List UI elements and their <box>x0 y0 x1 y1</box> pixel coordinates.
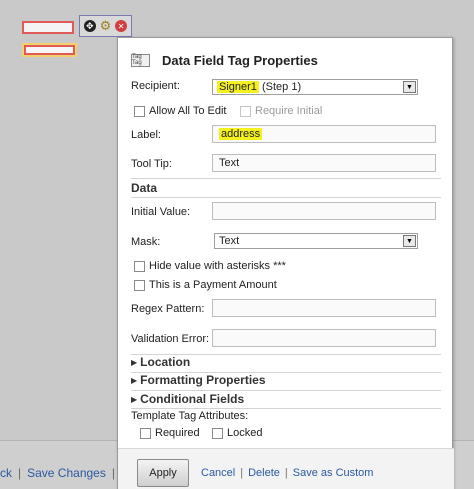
divider <box>131 197 441 198</box>
data-section-title: Data <box>131 181 158 195</box>
tag-properties-dialog: Tag Tag Data Field Tag Properties Recipi… <box>117 37 454 489</box>
recipient-label: Recipient: <box>131 80 180 92</box>
expand-icon: ▶ <box>131 357 138 367</box>
chevron-down-icon[interactable]: ▼ <box>403 81 416 93</box>
recipient-value-rest: (Step 1) <box>258 81 302 93</box>
gear-icon[interactable]: ⚙ <box>99 18 112 33</box>
delete-link[interactable]: Delete <box>248 467 280 479</box>
hide-value-checkbox[interactable] <box>134 260 145 272</box>
required-checkbox[interactable] <box>140 427 151 439</box>
label-label: Label: <box>131 129 161 141</box>
divider <box>131 390 441 391</box>
divider <box>131 178 441 179</box>
mask-value: Text <box>219 235 240 247</box>
regex-label: Regex Pattern: <box>131 303 205 315</box>
action-links: Cancel | Delete | Save as Custom <box>201 467 374 479</box>
save-changes-link[interactable]: Save Changes <box>27 466 106 480</box>
allow-all-edit-checkbox[interactable] <box>134 105 145 117</box>
document-field[interactable] <box>22 21 74 34</box>
save-as-custom-link[interactable]: Save as Custom <box>293 467 374 479</box>
initial-value-label: Initial Value: <box>131 206 191 218</box>
payment-label: This is a Payment Amount <box>149 279 277 291</box>
divider <box>131 408 441 409</box>
require-initial-row: Require Initial <box>240 105 322 117</box>
move-icon[interactable]: ✥ <box>83 20 96 32</box>
mask-label: Mask: <box>131 236 161 248</box>
label-input[interactable]: address <box>212 125 436 143</box>
required-label: Required <box>155 427 200 439</box>
validation-label: Validation Error: <box>131 333 210 345</box>
validation-input[interactable] <box>212 329 436 347</box>
recipient-select[interactable]: Signer1 (Step 1) ▼ <box>212 79 418 95</box>
hide-value-row: Hide value with asterisks *** <box>134 260 286 272</box>
cancel-link[interactable]: Cancel <box>201 467 235 479</box>
location-toggle[interactable]: ▶ Location <box>131 355 190 369</box>
require-initial-label: Require Initial <box>255 105 323 117</box>
bottom-links: ck | Save Changes | <box>0 466 115 480</box>
regex-input[interactable] <box>212 299 436 317</box>
apply-button[interactable]: Apply <box>137 459 189 487</box>
expand-icon: ▶ <box>131 394 138 404</box>
document-field-selected[interactable] <box>22 43 77 57</box>
location-label: Location <box>140 355 191 369</box>
payment-checkbox[interactable] <box>134 279 145 291</box>
expand-icon: ▶ <box>131 375 138 385</box>
require-initial-checkbox[interactable] <box>240 105 251 117</box>
payment-row: This is a Payment Amount <box>134 279 277 291</box>
template-attrs-label: Template Tag Attributes: <box>131 410 249 422</box>
label-value: address <box>219 128 263 140</box>
chevron-down-icon[interactable]: ▼ <box>403 235 416 247</box>
mask-select[interactable]: Text ▼ <box>214 233 418 249</box>
formatting-label: Formatting Properties <box>140 373 266 387</box>
locked-label: Locked <box>227 427 263 439</box>
back-link[interactable]: ck <box>0 466 12 480</box>
tooltip-label: Tool Tip: <box>131 158 172 170</box>
locked-row: Locked <box>212 427 262 439</box>
recipient-value-highlight: Signer1 <box>217 81 259 93</box>
allow-edit-row: Allow All To Edit <box>134 105 226 117</box>
allow-all-edit-label: Allow All To Edit <box>149 105 227 117</box>
hide-value-label: Hide value with asterisks *** <box>149 260 286 272</box>
tag-icon: Tag Tag <box>131 53 150 67</box>
formatting-toggle[interactable]: ▶ Formatting Properties <box>131 373 266 387</box>
tooltip-input[interactable]: Text <box>212 154 436 172</box>
dialog-title-text: Data Field Tag Properties <box>162 52 318 68</box>
initial-value-input[interactable] <box>212 202 436 220</box>
dialog-title: Tag Tag Data Field Tag Properties <box>131 51 318 69</box>
conditional-toggle[interactable]: ▶ Conditional Fields <box>131 392 244 406</box>
dialog-actions: Apply Cancel | Delete | Save as Custom <box>118 448 454 489</box>
conditional-label: Conditional Fields <box>140 392 245 406</box>
locked-checkbox[interactable] <box>212 427 223 439</box>
tag-toolbar: ✥ ⚙ ✕ <box>79 15 132 37</box>
required-row: Required <box>140 427 200 439</box>
close-icon[interactable]: ✕ <box>115 20 128 32</box>
